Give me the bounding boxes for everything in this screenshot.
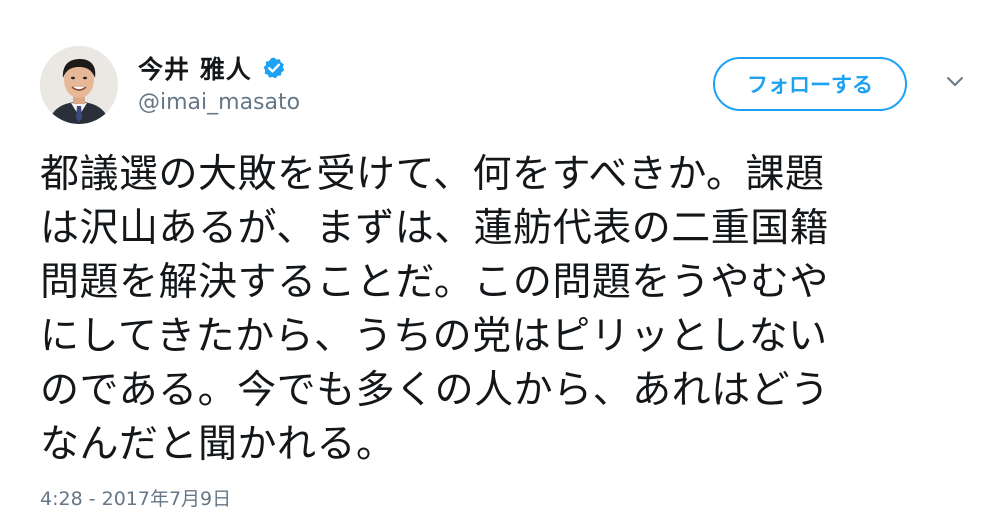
user-name-row: 今井 雅人 xyxy=(138,50,286,86)
tweet-text-line: のである。今でも多くの人から、あれはどう xyxy=(40,368,830,413)
avatar[interactable] xyxy=(40,46,118,124)
user-handle[interactable]: @imai_masato xyxy=(138,90,300,115)
avatar-photo xyxy=(40,46,118,124)
display-name[interactable]: 今井 雅人 xyxy=(138,50,252,86)
chevron-down-icon[interactable] xyxy=(944,70,966,92)
tweet-text-line: は沢山あるが、まずは、蓮舫代表の二重国籍 xyxy=(40,206,830,251)
follow-button[interactable]: フォローする xyxy=(713,57,907,111)
tweet-text-line: 問題を解決することだ。この問題をうやむや xyxy=(40,260,829,305)
tweet-text-line: 都議選の大敗を受けて、何をすべきか。課題 xyxy=(40,152,825,197)
tweet-text-line: にしてきたから、うちの党はピリッとしない xyxy=(40,314,828,359)
tweet-timestamp[interactable]: 4:28 - 2017年7月9日 xyxy=(40,484,231,511)
tweet-text: 都議選の大敗を受けて、何をすべきか。課題 は沢山あるが、まずは、蓮舫代表の二重国… xyxy=(40,148,960,472)
verified-badge-icon xyxy=(262,56,286,80)
tweet-text-line: なんだと聞かれる。 xyxy=(40,422,396,467)
tweet-card: 今井 雅人 @imai_masato フォローする 都議選の大敗を受けて、何をす… xyxy=(0,0,1000,515)
